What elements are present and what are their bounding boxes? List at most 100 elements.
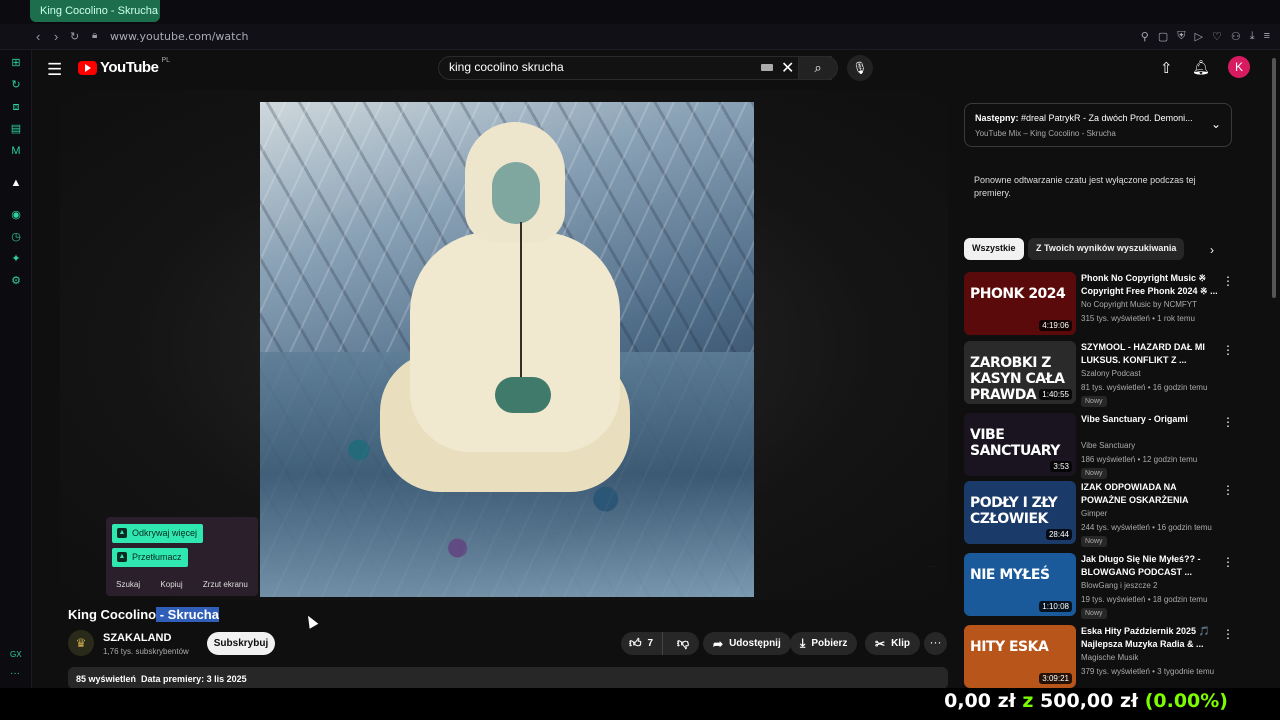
refresh-icon[interactable]: ↻ (9, 78, 23, 92)
avatar[interactable]: K (1228, 56, 1250, 78)
search-input[interactable] (449, 60, 749, 74)
up-next-card[interactable]: Następny: #dreal PatrykR - Za dwóch Prod… (964, 103, 1232, 147)
discover-more-button[interactable]: ▲ Odkrywaj więcej (112, 524, 204, 543)
settings-icon[interactable]: ⚙ (9, 274, 23, 288)
search-action[interactable]: Szukaj (116, 580, 140, 589)
keyboard-icon[interactable] (761, 64, 773, 71)
video-thumbnail[interactable]: PHONK 2024 4:19:06 (964, 272, 1076, 335)
rec-channel[interactable]: Szalony Podcast (1081, 369, 1141, 378)
list-item[interactable]: PHONK 2024 4:19:06 Phonk No Copyright Musi… (964, 272, 1234, 336)
mic-icon: 🎙︎ (852, 61, 868, 75)
rec-title[interactable]: Vibe Sanctuary - Origami (1081, 413, 1221, 426)
clear-icon[interactable]: ✕ (781, 58, 794, 78)
bell-icon[interactable]: 🔔︎ (1192, 59, 1210, 76)
play-icon[interactable]: ▷ (1194, 30, 1202, 43)
channel-name[interactable]: SZAKALAND (103, 632, 171, 644)
list-item[interactable]: ZAROBKI Z KASYN CAŁA PRAWDA 1:40:55 SZYMOO… (964, 341, 1234, 407)
voice-search-button[interactable]: 🎙︎ (847, 55, 873, 81)
reload-icon[interactable]: ↻ (70, 30, 79, 43)
wallet-icon[interactable]: ▤ (9, 122, 23, 136)
channel-avatar[interactable]: ♛ (68, 630, 94, 656)
kebab-menu-icon[interactable]: ⋮ (1222, 627, 1234, 641)
chip-from-search[interactable]: Z Twoich wyników wyszukiwania (1028, 238, 1185, 260)
country-code: PL (161, 57, 170, 64)
ticker-bar: 0,00 zł z 500,00 zł (0.00%) (0, 688, 1280, 720)
chevron-right-icon[interactable]: › (1210, 243, 1214, 257)
search-icon: ⌕ (814, 60, 822, 75)
download-icon[interactable]: ⤓ (1250, 30, 1255, 43)
subscribe-button[interactable]: Subskrybuj (207, 632, 275, 655)
chip-all[interactable]: Wszystkie (964, 238, 1024, 260)
chevron-down-icon[interactable]: ⌄ (1211, 117, 1221, 131)
more-actions-button[interactable]: ··· (924, 632, 947, 655)
download-button[interactable]: ⤓ Pobierz (790, 632, 858, 655)
address-bar: ‹ › ↻ 🔒︎ www.youtube.com/watch ⚲ ▢ ⛨ ▷ ♡… (0, 24, 1280, 50)
rec-title[interactable]: IZAK ODPOWIADA NA POWAŻNE OSKARŻENIA (1081, 481, 1221, 507)
heart-icon[interactable]: ♡ (1212, 30, 1222, 43)
translate-button[interactable]: ▲ Przetłumacz (112, 548, 188, 567)
pin-icon[interactable]: ⚲ (1141, 30, 1149, 43)
profile-icon[interactable]: ⚇ (1231, 30, 1241, 43)
menu-icon[interactable]: ≡ (1264, 30, 1270, 43)
rec-title[interactable]: Eska Hity Październik 2025 🎵 Najlepsza M… (1081, 625, 1221, 651)
shield-icon[interactable]: ⛨ (1177, 30, 1185, 43)
extensions-icon[interactable]: ✦ (9, 252, 23, 266)
share-label: Udostępnij (729, 638, 781, 649)
video-thumbnail[interactable]: ZAROBKI Z KASYN CAŁA PRAWDA 1:40:55 (964, 341, 1076, 404)
like-button[interactable]: 👍︎ 7 (621, 632, 663, 655)
video-thumbnail[interactable]: VIBE SANCTUARY 3:53 (964, 413, 1076, 476)
video-watermark: · · · (928, 564, 936, 570)
rec-title[interactable]: Phonk No Copyright Music ※ Copyright Fre… (1081, 272, 1221, 298)
thumbnail-text: PHONK 2024 (970, 286, 1066, 302)
snapshot-icon[interactable]: ▢ (1158, 30, 1168, 43)
duration-badge: 28:44 (1045, 529, 1072, 540)
list-item[interactable]: PODŁY I ZŁY CZŁOWIEK 28:44 IZAK ODPOWIADA … (964, 481, 1234, 547)
hamburger-icon[interactable]: ☰ (47, 60, 62, 80)
back-icon[interactable]: ‹ (36, 29, 40, 44)
video-thumbnail[interactable]: PODŁY I ZŁY CZŁOWIEK 28:44 (964, 481, 1076, 544)
aria-icon: ▲ (117, 528, 127, 538)
kebab-menu-icon[interactable]: ⋮ (1222, 343, 1234, 357)
dislike-button[interactable]: 👎︎ (667, 632, 699, 655)
browser-tab[interactable]: King Cocolino - Skrucha (30, 0, 160, 22)
chat-replay-note: Ponowne odtwarzanie czatu jest wyłączone… (974, 175, 1196, 198)
create-icon[interactable]: ⇧ (1160, 59, 1173, 77)
url-field[interactable]: www.youtube.com/watch (110, 30, 249, 43)
player-icon[interactable]: ◉ (9, 208, 23, 222)
more-icon[interactable]: ··· (10, 668, 20, 679)
scissors-icon: ✂ (875, 636, 886, 651)
video-thumbnail[interactable]: NIE MYŁEŚ 1:10:08 (964, 553, 1076, 616)
list-item[interactable]: NIE MYŁEŚ 1:10:08 Jak Długo Się Nie Myłeś?… (964, 553, 1234, 619)
next-title: Następny: #dreal PatrykR - Za dwóch Prod… (975, 113, 1195, 123)
forward-icon[interactable]: › (54, 29, 58, 44)
clip-button[interactable]: ✂ Klip (865, 632, 920, 655)
description-box[interactable]: 85 wyświetleń Data premiery: 3 lis 2025 (68, 667, 948, 689)
scrollbar[interactable] (1272, 58, 1276, 298)
youtube-logo[interactable]: YouTube PL (78, 57, 170, 76)
video-thumbnail[interactable]: HITY ESKA 3:09:21 (964, 625, 1076, 688)
rec-title[interactable]: SZYMOOL - HAZARD DAŁ MI LUKSUS. KONFLIKT… (1081, 341, 1221, 367)
search-button[interactable]: ⌕ (798, 56, 838, 80)
controller-icon[interactable]: ⊞ (9, 56, 23, 70)
messenger-icon[interactable]: M (9, 144, 23, 158)
aria-icon[interactable]: ▲ (9, 176, 23, 190)
rec-channel[interactable]: BlowGang i jeszcze 2 (1081, 581, 1157, 590)
list-item[interactable]: HITY ESKA 3:09:21 Eska Hity Październik 20… (964, 625, 1234, 689)
copy-action[interactable]: Kopiuj (160, 580, 182, 589)
list-item[interactable]: VIBE SANCTUARY 3:53 Vibe Sanctuary - Origa… (964, 413, 1234, 479)
screenshot-action[interactable]: Zrzut ekranu (203, 580, 248, 589)
rec-channel[interactable]: Vibe Sanctuary (1081, 441, 1135, 450)
rec-channel[interactable]: Gimper (1081, 509, 1107, 518)
new-badge: Nowy (1081, 468, 1107, 479)
share-button[interactable]: ➦ Udostępnij (703, 632, 791, 655)
rec-title[interactable]: Jak Długo Się Nie Myłeś?? - BLOWGANG POD… (1081, 553, 1221, 579)
history-icon[interactable]: ◷ (9, 230, 23, 244)
next-prefix: Następny: (975, 113, 1019, 123)
rec-channel[interactable]: No Copyright Music by NCMFYT (1081, 300, 1197, 309)
kebab-menu-icon[interactable]: ⋮ (1222, 483, 1234, 497)
kebab-menu-icon[interactable]: ⋮ (1222, 555, 1234, 569)
kebab-menu-icon[interactable]: ⋮ (1222, 274, 1234, 288)
rec-channel[interactable]: Magische Musik (1081, 653, 1138, 662)
box-icon[interactable]: ⧈ (9, 100, 23, 114)
kebab-menu-icon[interactable]: ⋮ (1222, 415, 1234, 429)
